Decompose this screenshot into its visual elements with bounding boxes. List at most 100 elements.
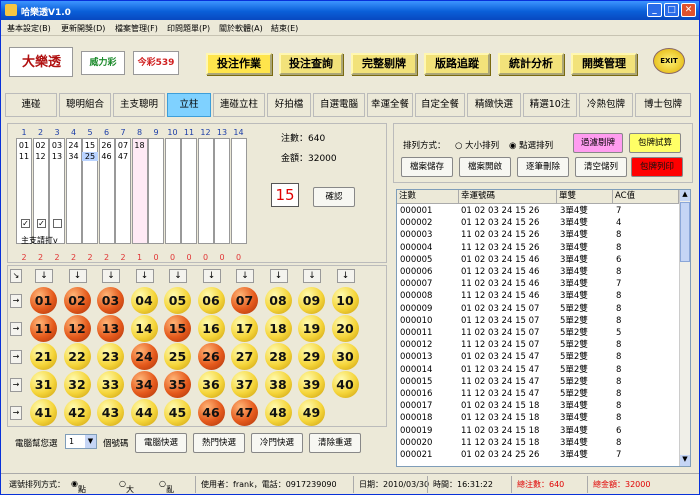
number-ball[interactable]: 10 (331, 287, 359, 314)
number-ball[interactable]: 43 (97, 399, 124, 426)
row-select-arrow[interactable]: → (10, 378, 22, 392)
status-radio-random[interactable]: ○ 亂數 (159, 479, 174, 494)
number-ball[interactable]: 07 (231, 287, 258, 314)
daletou-logo[interactable]: 大樂透 (9, 47, 73, 77)
number-ball[interactable]: 36 (197, 371, 225, 398)
grid-column[interactable] (148, 138, 164, 244)
menu-update-draw[interactable]: 更新開獎(D) (61, 23, 105, 34)
number-ball[interactable]: 05 (164, 287, 191, 314)
cold-quick-button[interactable]: 冷門快選 (251, 433, 303, 453)
clear-list-button[interactable]: 清空儲列 (575, 157, 627, 177)
col-header-odd-even[interactable]: 單雙 (557, 190, 613, 204)
number-ball[interactable]: 26 (197, 343, 225, 370)
filter-button[interactable]: 過濾剔牌 (573, 133, 623, 153)
tab-fine-quick[interactable]: 精緻快選 (467, 93, 521, 117)
number-ball[interactable]: 49 (298, 399, 325, 426)
table-row[interactable]: 000005 01 02 03 24 15 46 3單4雙 6 (397, 254, 677, 266)
table-row[interactable]: 000008 11 12 03 24 15 46 3單4雙 8 (397, 290, 677, 302)
tool-full-exclude[interactable]: 完整剔牌 (351, 53, 417, 75)
number-ball[interactable]: 16 (197, 315, 225, 342)
tab-lucky-meal[interactable]: 幸運全餐 (367, 93, 413, 117)
table-row[interactable]: 000017 01 02 03 24 15 18 3單4雙 8 (397, 400, 677, 412)
tab-custom-meal[interactable]: 自定全餐 (415, 93, 465, 117)
col-header-numbers[interactable]: 幸運號碼 (459, 190, 557, 204)
sort-click-radio[interactable]: ◉ 點選排列 (509, 139, 553, 151)
table-row[interactable]: 000018 01 12 03 24 15 18 3單4雙 8 (397, 412, 677, 424)
number-ball[interactable]: 35 (164, 371, 191, 398)
column-select-arrow[interactable]: ↓ (35, 269, 53, 283)
table-row[interactable]: 000019 11 02 03 24 15 18 3單4雙 6 (397, 425, 677, 437)
number-ball[interactable]: 18 (264, 315, 292, 342)
open-file-button[interactable]: 檔案開啟 (459, 157, 511, 177)
number-ball[interactable]: 03 (97, 287, 124, 314)
grid-cell[interactable]: 07 (115, 141, 131, 150)
status-radio-size[interactable]: ○ 大小 (119, 479, 134, 494)
number-ball[interactable]: 17 (231, 315, 258, 342)
row-select-arrow[interactable]: → (10, 322, 22, 336)
close-button[interactable]: ✕ (681, 3, 696, 17)
table-row[interactable]: 000013 01 02 03 24 15 47 5單2雙 8 (397, 351, 677, 363)
grid-cell[interactable]: 26 (99, 141, 115, 150)
number-ball[interactable]: 31 (30, 371, 57, 398)
sort-size-radio[interactable]: ○ 大小排列 (455, 139, 499, 151)
main-checkbox-3[interactable] (53, 219, 62, 228)
grid-cell[interactable]: 47 (115, 152, 131, 161)
column-select-arrow[interactable]: ↓ (135, 269, 154, 283)
scroll-down-icon[interactable]: ▼ (680, 455, 690, 466)
tab-partner[interactable]: 好拍檔 (267, 93, 311, 117)
number-ball[interactable]: 46 (197, 399, 225, 426)
pc-quick-button[interactable]: 電腦快選 (135, 433, 187, 453)
table-row[interactable]: 000011 11 02 03 24 15 07 5單2雙 5 (397, 327, 677, 339)
number-ball[interactable]: 28 (264, 343, 292, 370)
number-ball[interactable]: 14 (130, 315, 158, 342)
number-ball[interactable]: 42 (63, 399, 91, 426)
menu-file-manage[interactable]: 檔案管理(F) (115, 23, 158, 34)
trial-button[interactable]: 包牌試算 (629, 133, 681, 153)
tab-lizhu[interactable]: 立柱 (167, 93, 211, 117)
weili-logo[interactable]: 威力彩 (81, 51, 125, 75)
table-row[interactable]: 000021 01 02 03 24 25 26 3單4雙 7 (397, 449, 677, 461)
number-ball[interactable]: 48 (264, 399, 292, 426)
chevron-down-icon[interactable]: ▼ (85, 435, 96, 448)
save-file-button[interactable]: 檔案儲存 (401, 157, 453, 177)
tab-self-pc[interactable]: 自選電腦 (313, 93, 365, 117)
number-ball[interactable]: 20 (331, 315, 359, 342)
number-ball[interactable]: 30 (331, 343, 359, 370)
grid-cell[interactable]: 46 (99, 152, 115, 161)
table-row[interactable]: 000009 01 02 03 24 15 07 5單2雙 8 (397, 303, 677, 315)
grid-cell[interactable]: 34 (66, 152, 82, 161)
number-ball[interactable]: 19 (298, 315, 325, 342)
number-ball[interactable]: 06 (197, 287, 225, 314)
confirm-button[interactable]: 確認 (313, 187, 355, 207)
row-select-arrow[interactable]: → (10, 294, 22, 308)
table-row[interactable]: 000015 11 02 03 24 15 47 5單2雙 8 (397, 376, 677, 388)
menu-exit[interactable]: 結束(E) (271, 23, 298, 34)
menu-basic-settings[interactable]: 基本設定(B) (7, 23, 51, 34)
tab-main-smart[interactable]: 主支聰明 (113, 93, 165, 117)
grid-column[interactable] (197, 138, 214, 244)
number-ball[interactable]: 23 (97, 343, 124, 370)
tool-bet-operation[interactable]: 投注作業 (206, 53, 272, 75)
table-row[interactable]: 000006 01 12 03 24 15 46 3單4雙 8 (397, 266, 677, 278)
column-select-arrow[interactable]: ↓ (303, 269, 321, 283)
number-ball[interactable]: 27 (231, 343, 258, 370)
table-row[interactable]: 000016 11 12 03 24 15 47 5單2雙 8 (397, 388, 677, 400)
print-button[interactable]: 包牌列印 (631, 157, 683, 177)
col-header-ac[interactable]: AC值 (613, 190, 679, 204)
select-all-arrow[interactable]: ↘ (10, 269, 22, 283)
number-ball[interactable]: 02 (63, 287, 91, 314)
hot-quick-button[interactable]: 熱門快選 (193, 433, 245, 453)
tab-hot-cold[interactable]: 冷熱包牌 (579, 93, 633, 117)
number-ball[interactable]: 39 (298, 371, 325, 398)
delete-row-button[interactable]: 逐筆刪除 (517, 157, 569, 177)
main-checkbox-1[interactable]: ✓ (21, 219, 30, 228)
tab-smart-combo[interactable]: 聰明組合 (59, 93, 111, 117)
number-ball[interactable]: 15 (164, 315, 191, 342)
grid-cell[interactable]: 01 (16, 141, 32, 150)
row-select-arrow[interactable]: → (10, 406, 22, 420)
number-ball[interactable]: 34 (130, 371, 158, 398)
column-select-arrow[interactable]: ↓ (68, 269, 87, 283)
today539-logo[interactable]: 今彩539 (133, 51, 179, 75)
grid-cell[interactable]: 02 (33, 141, 49, 150)
number-ball[interactable]: 41 (30, 399, 57, 426)
